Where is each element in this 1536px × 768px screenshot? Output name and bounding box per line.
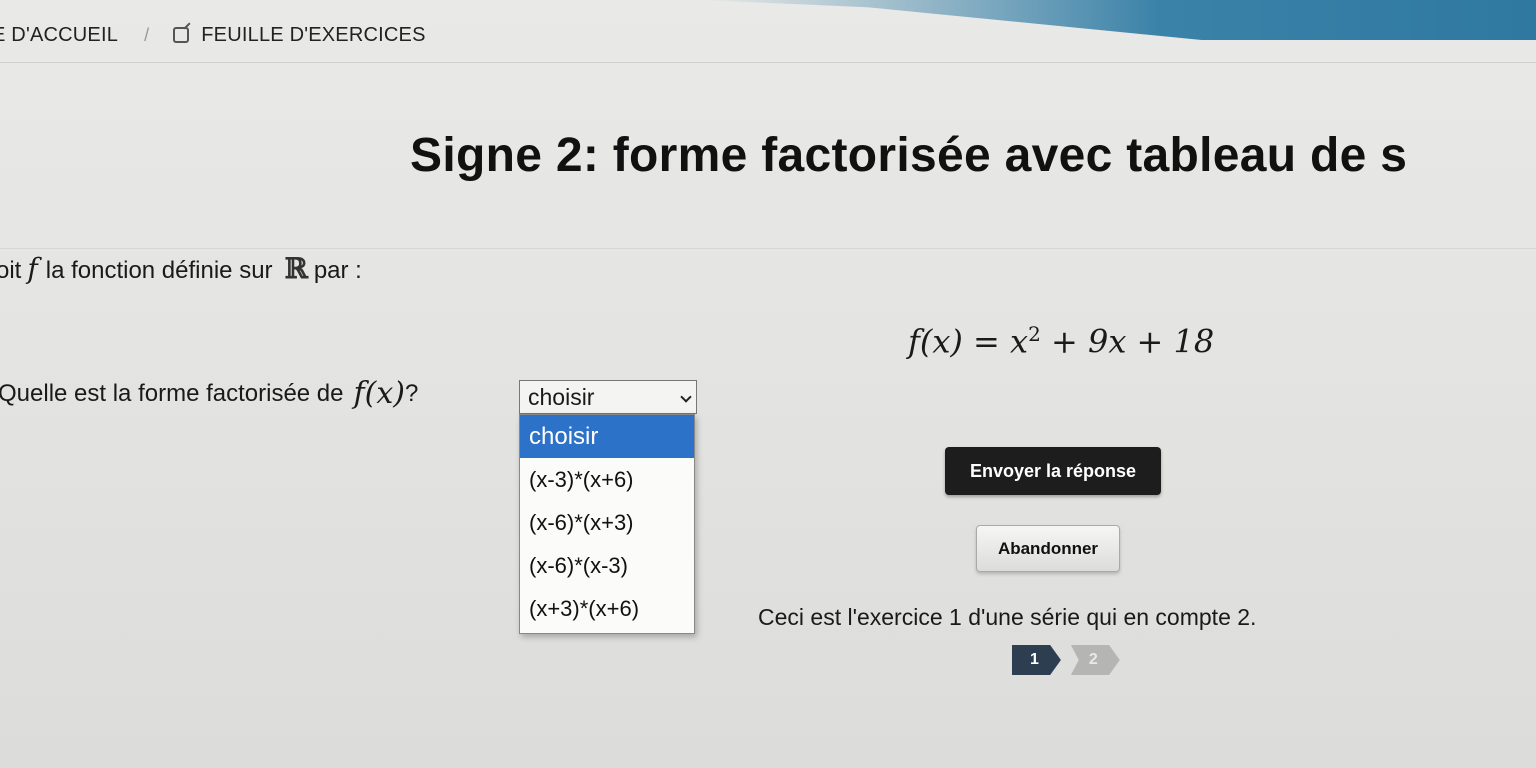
dropdown-option[interactable]: (x-3)*(x+6) bbox=[520, 458, 694, 501]
dropdown-option[interactable]: (x-6)*(x+3) bbox=[520, 501, 694, 544]
function-formula: f(x) = x2 + 9x + 18 bbox=[908, 322, 1214, 361]
breadcrumb-home-link[interactable]: E D'ACCUEIL bbox=[0, 24, 118, 47]
top-accent-bar bbox=[700, 0, 1536, 40]
breadcrumb-separator: / bbox=[144, 24, 150, 45]
header-divider bbox=[0, 62, 1536, 63]
formula-exponent: 2 bbox=[1028, 322, 1041, 346]
exercise-statement: oit f la fonction définie sur ℝ par : bbox=[0, 252, 362, 285]
chevron-down-icon bbox=[680, 391, 692, 403]
formula-lhs: f(x) = x bbox=[908, 322, 1029, 361]
statement-middle: la fonction définie sur bbox=[45, 257, 273, 284]
title-divider bbox=[0, 248, 1536, 249]
answer-select[interactable]: choisir bbox=[519, 380, 697, 414]
exercise-stepper: 1 2 bbox=[1012, 645, 1120, 675]
formula-rhs: + 9x + 18 bbox=[1040, 322, 1215, 361]
question: Quelle est la forme factorisée de f(x) ? bbox=[0, 376, 418, 411]
reals-symbol: ℝ bbox=[284, 252, 308, 285]
breadcrumb: E D'ACCUEIL / FEUILLE D'EXERCICES bbox=[0, 20, 426, 50]
statement-suffix: par : bbox=[313, 257, 362, 284]
step-1[interactable]: 1 bbox=[1012, 645, 1061, 675]
statement-prefix: oit bbox=[0, 257, 22, 284]
step-2[interactable]: 2 bbox=[1070, 645, 1120, 675]
dropdown-option[interactable]: (x+3)*(x+6) bbox=[520, 587, 694, 630]
dropdown-option[interactable]: (x-6)*(x-3) bbox=[520, 544, 694, 587]
series-info: Ceci est l'exercice 1 d'une série qui en… bbox=[758, 604, 1257, 630]
abandon-button[interactable]: Abandonner bbox=[976, 525, 1120, 572]
external-link-icon bbox=[173, 27, 190, 43]
question-mark: ? bbox=[404, 379, 419, 407]
answer-select-value: choisir bbox=[528, 384, 595, 410]
page-title: Signe 2: forme factorisée avec tableau d… bbox=[410, 129, 1408, 182]
submit-answer-button[interactable]: Envoyer la réponse bbox=[945, 447, 1161, 495]
question-function: f(x) bbox=[353, 376, 405, 411]
answer-dropdown-list: choisir (x-3)*(x+6) (x-6)*(x+3) (x-6)*(x… bbox=[519, 414, 695, 634]
breadcrumb-current-link[interactable]: FEUILLE D'EXERCICES bbox=[201, 24, 425, 47]
dropdown-option-choisir[interactable]: choisir bbox=[520, 415, 694, 458]
function-symbol: f bbox=[27, 252, 38, 285]
question-text: Quelle est la forme factorisée de bbox=[0, 379, 344, 407]
